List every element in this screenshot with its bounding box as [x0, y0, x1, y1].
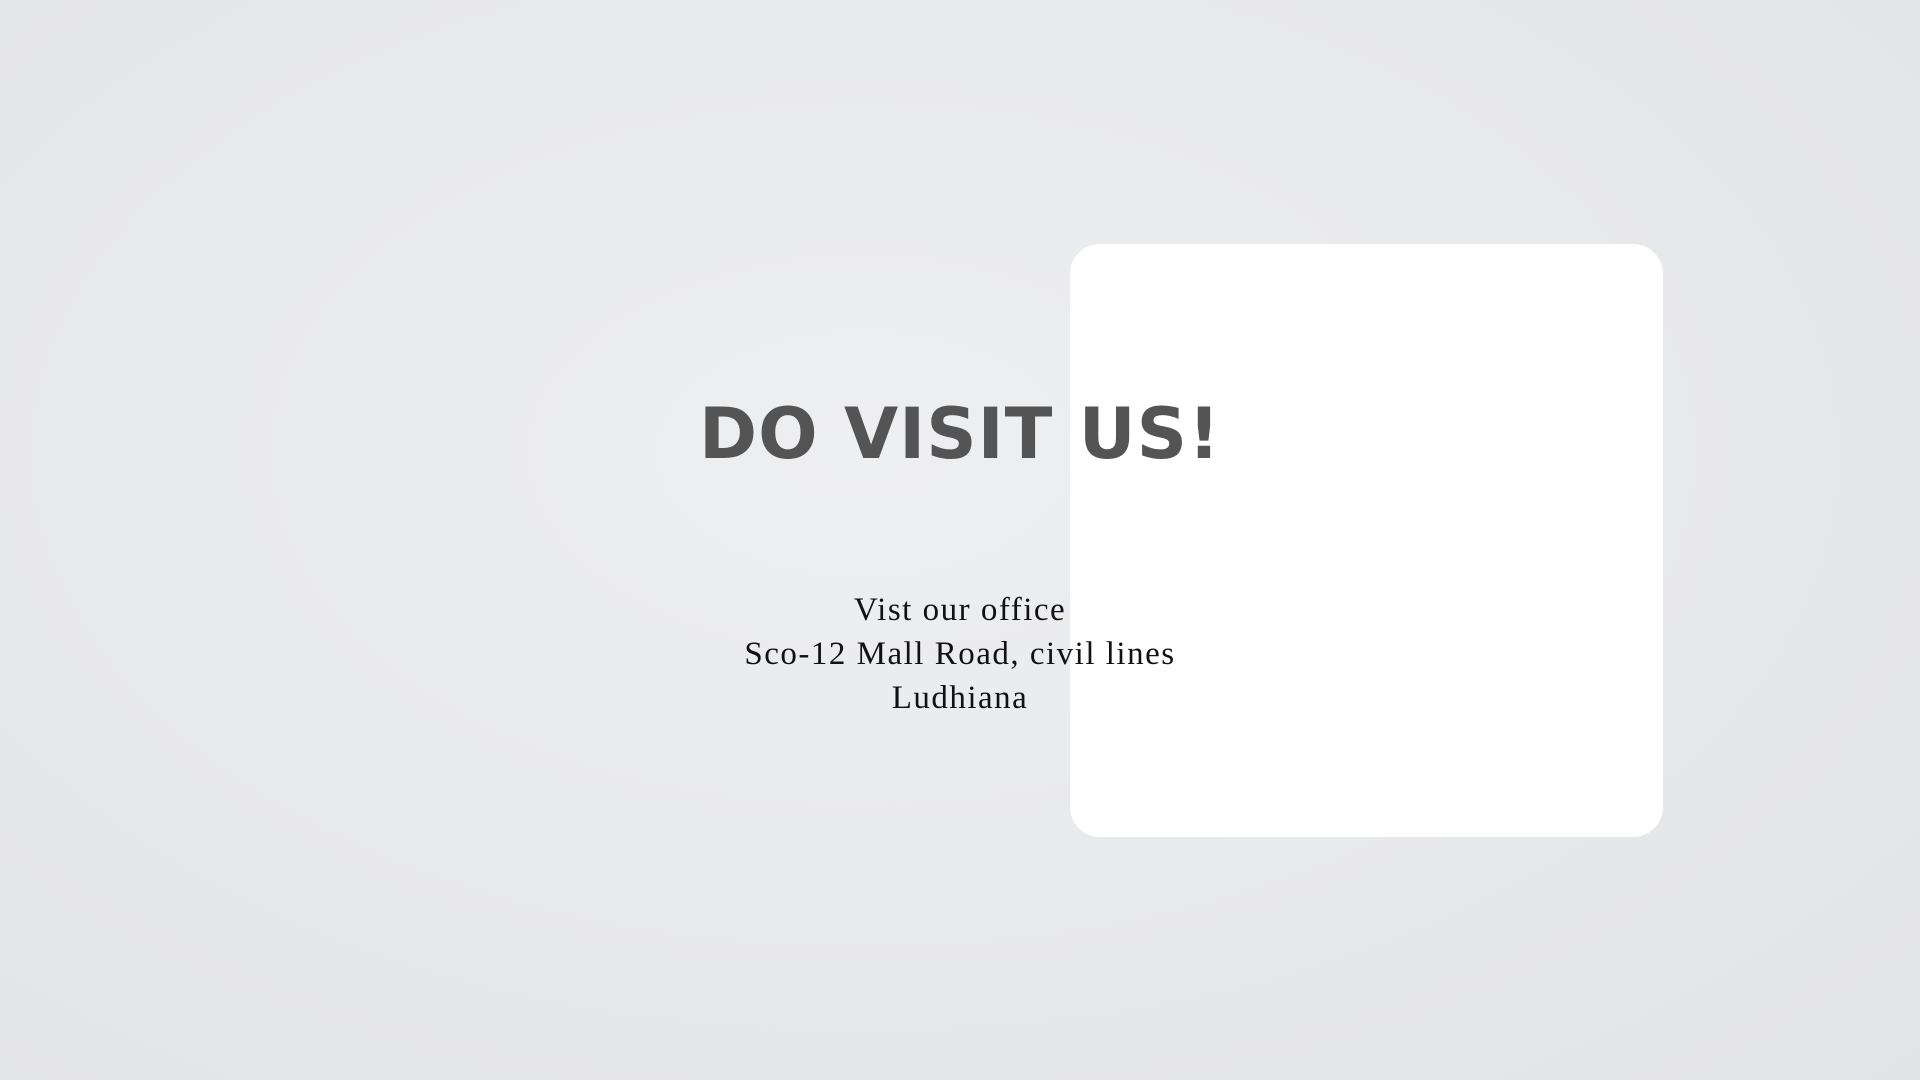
address-city: Ludhiana: [891, 680, 1029, 716]
address-street: Sco-12 Mall Road, civil lines: [744, 636, 1176, 672]
address-intro: Vist our office: [853, 592, 1067, 628]
visit-us-card: [1070, 244, 1663, 837]
office-address: Vist our office Sco-12 Mall Road, civil …: [0, 588, 1920, 720]
card-title: DO VISIT US!: [699, 393, 1221, 475]
